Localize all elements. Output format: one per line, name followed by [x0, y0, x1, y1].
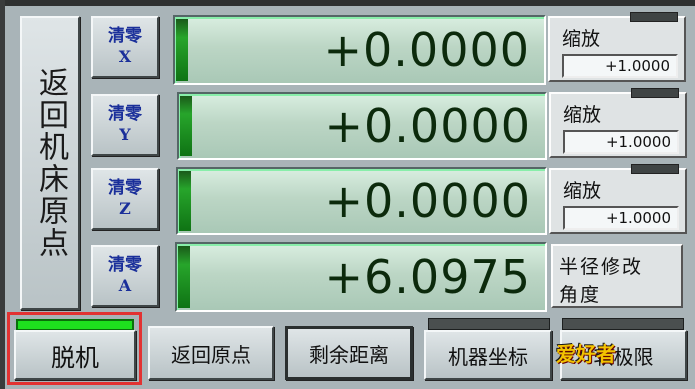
dro-x-indicator [176, 19, 188, 81]
zero-z-axis: Z [119, 199, 131, 218]
scale-z-label: 缩放 [563, 180, 602, 202]
dro-z[interactable]: +0.0000 [176, 167, 547, 235]
top-frame [0, 0, 695, 6]
soft-limit-led [562, 318, 684, 330]
scale-y-panel: 缩放 +1.0000 [549, 88, 687, 158]
zero-z-label: 清零 [108, 178, 142, 198]
scale-y-indicator [631, 88, 679, 98]
scale-z-field[interactable]: +1.0000 [563, 206, 679, 230]
zero-a-button[interactable]: 清零 A [91, 245, 159, 307]
watermark-logo: 爱好者 [556, 342, 616, 366]
scale-x-panel: 缩放 +1.0000 [548, 12, 686, 82]
scale-z-panel: 缩放 +1.0000 [549, 164, 687, 234]
zero-z-button[interactable]: 清零 Z [91, 168, 159, 230]
machine-coords-label: 机器坐标 [448, 344, 528, 369]
scale-x-indicator [630, 12, 678, 22]
dro-a-value: +6.0975 [324, 250, 531, 304]
zero-a-label: 清零 [108, 255, 142, 275]
dro-x[interactable]: +0.0000 [173, 15, 546, 85]
dro-a-indicator [178, 246, 190, 308]
scale-z-indicator [631, 164, 679, 174]
dro-z-value: +0.0000 [324, 174, 531, 228]
machine-coords-button[interactable]: 机器坐标 [424, 330, 552, 380]
scale-x-label: 缩放 [562, 28, 601, 50]
zero-x-label: 清零 [108, 26, 142, 46]
zero-a-axis: A [118, 276, 132, 295]
dro-x-value: +0.0000 [323, 23, 530, 77]
remaining-distance-label: 剩余距离 [309, 342, 389, 367]
machine-coords-led [428, 318, 550, 330]
go-home-button[interactable]: 返回原点 [148, 326, 274, 380]
go-home-label: 返回原点 [171, 342, 251, 367]
return-machine-home-label: 返回机床原点 [33, 67, 68, 259]
dro-a[interactable]: +6.0975 [175, 242, 547, 312]
zero-x-button[interactable]: 清零 X [91, 16, 159, 78]
left-frame [0, 0, 5, 389]
dro-y[interactable]: +0.0000 [177, 92, 547, 160]
offline-highlight-frame [7, 312, 142, 385]
angle-label: 角度 [559, 284, 602, 306]
zero-x-axis: X [118, 47, 132, 66]
return-machine-home-button[interactable]: 返回机床原点 [20, 16, 80, 310]
remaining-distance-button[interactable]: 剩余距离 [285, 326, 413, 380]
zero-y-axis: Y [119, 125, 131, 144]
radius-edit-panel[interactable]: 半径修改 角度 [551, 244, 683, 308]
dro-y-indicator [180, 96, 192, 156]
dro-z-indicator [179, 171, 191, 231]
scale-y-field[interactable]: +1.0000 [563, 130, 679, 154]
radius-edit-label: 半径修改 [559, 256, 644, 278]
scale-x-field[interactable]: +1.0000 [562, 54, 678, 78]
scale-y-label: 缩放 [563, 104, 602, 126]
zero-y-label: 清零 [108, 104, 142, 124]
dro-y-value: +0.0000 [324, 99, 531, 153]
zero-y-button[interactable]: 清零 Y [91, 94, 159, 156]
